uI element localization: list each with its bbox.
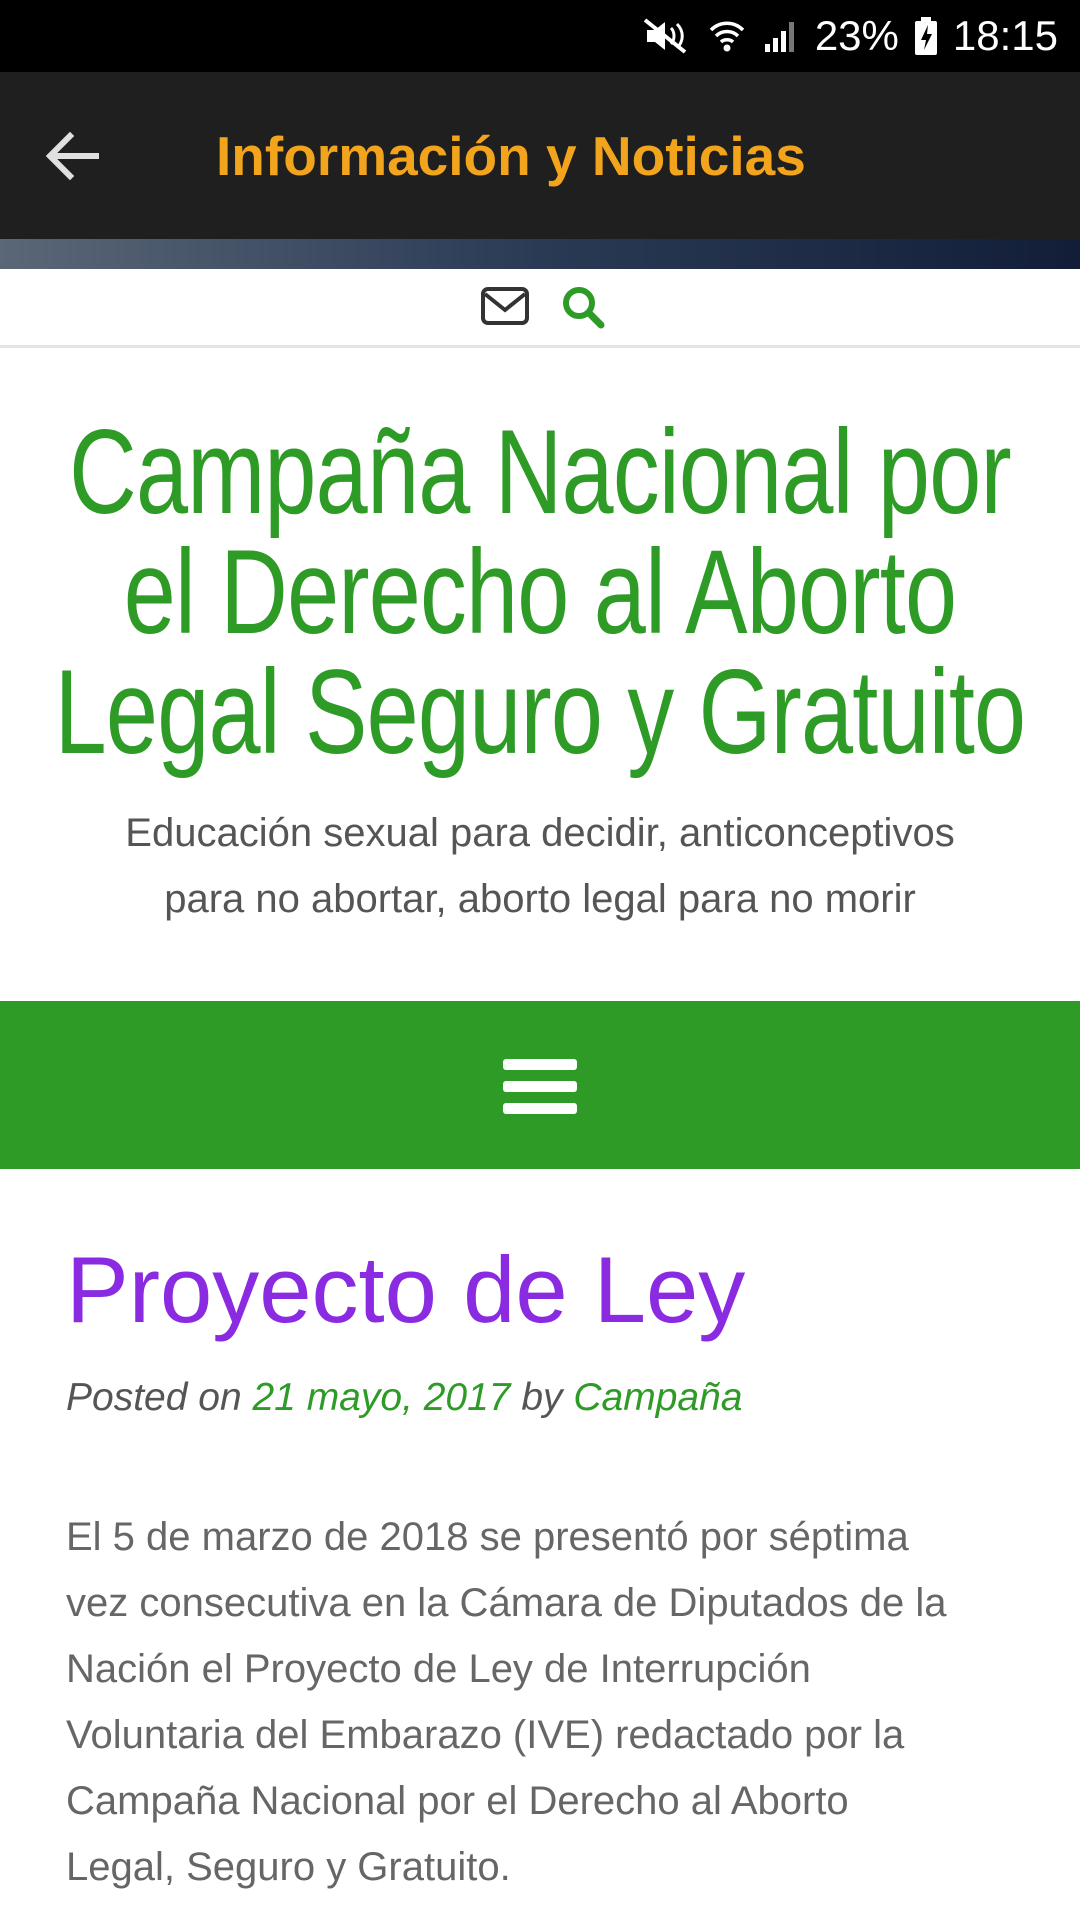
site-title-line: el Derecho al Aborto [123, 525, 957, 659]
envelope-icon[interactable] [480, 286, 530, 326]
search-icon[interactable] [559, 283, 607, 331]
post-body-line: El 5 de marzo de 2018 se presentó por sé… [66, 1515, 909, 1559]
hamburger-menu-icon[interactable] [503, 1059, 577, 1115]
post-body-line: Nación el Proyecto de Ley de Interrupció… [66, 1647, 811, 1691]
wifi-icon [707, 16, 747, 56]
mute-icon [641, 16, 693, 56]
clock-time: 18:15 [952, 12, 1058, 59]
post-body-line: Legal, Seguro y Gratuito. [66, 1845, 511, 1889]
status-bar: 23% 18:15 [0, 0, 1080, 72]
post-body-line: Voluntaria del Embarazo (IVE) redactado … [66, 1713, 905, 1757]
site-tagline: Educación sexual para decidir, anticonce… [60, 800, 1020, 932]
posted-on-label: Posted on [66, 1376, 242, 1419]
tagline-line: para no abortar, aborto legal para no mo… [164, 877, 916, 921]
app-bar: Información y Noticias [0, 72, 1080, 239]
site-title-line: Campaña Nacional por [69, 405, 1012, 539]
post-author-link[interactable]: Campaña [573, 1376, 742, 1419]
arrow-left-icon [45, 131, 99, 181]
by-label: by [521, 1376, 563, 1419]
header-icon-row [0, 269, 1080, 348]
post-body-line: Campaña Nacional por el Derecho al Abort… [66, 1779, 849, 1823]
site-title-block: Campaña Nacional por el Derecho al Abort… [0, 412, 1080, 772]
post-body: El 5 de marzo de 2018 se presentó por sé… [66, 1504, 1026, 1900]
battery-percent: 23% [814, 12, 899, 59]
post-meta: Posted on 21 mayo, 2017 by Campaña [66, 1376, 743, 1420]
battery-charging-icon [913, 16, 939, 56]
site-title[interactable]: Campaña Nacional por el Derecho al Abort… [25, 412, 1055, 772]
back-button[interactable] [36, 120, 108, 192]
signal-icon [761, 16, 801, 56]
site-title-line: Legal Seguro y Gratuito [54, 645, 1026, 779]
app-title: Información y Noticias [216, 125, 806, 187]
post-title[interactable]: Proyecto de Ley [66, 1236, 745, 1344]
post-date-link[interactable]: 21 mayo, 2017 [252, 1376, 510, 1419]
tagline-line: Educación sexual para decidir, anticonce… [125, 811, 955, 855]
header-banner-strip [0, 239, 1080, 269]
post-body-line: vez consecutiva en la Cámara de Diputado… [66, 1581, 947, 1625]
main-nav-bar [0, 1001, 1080, 1169]
